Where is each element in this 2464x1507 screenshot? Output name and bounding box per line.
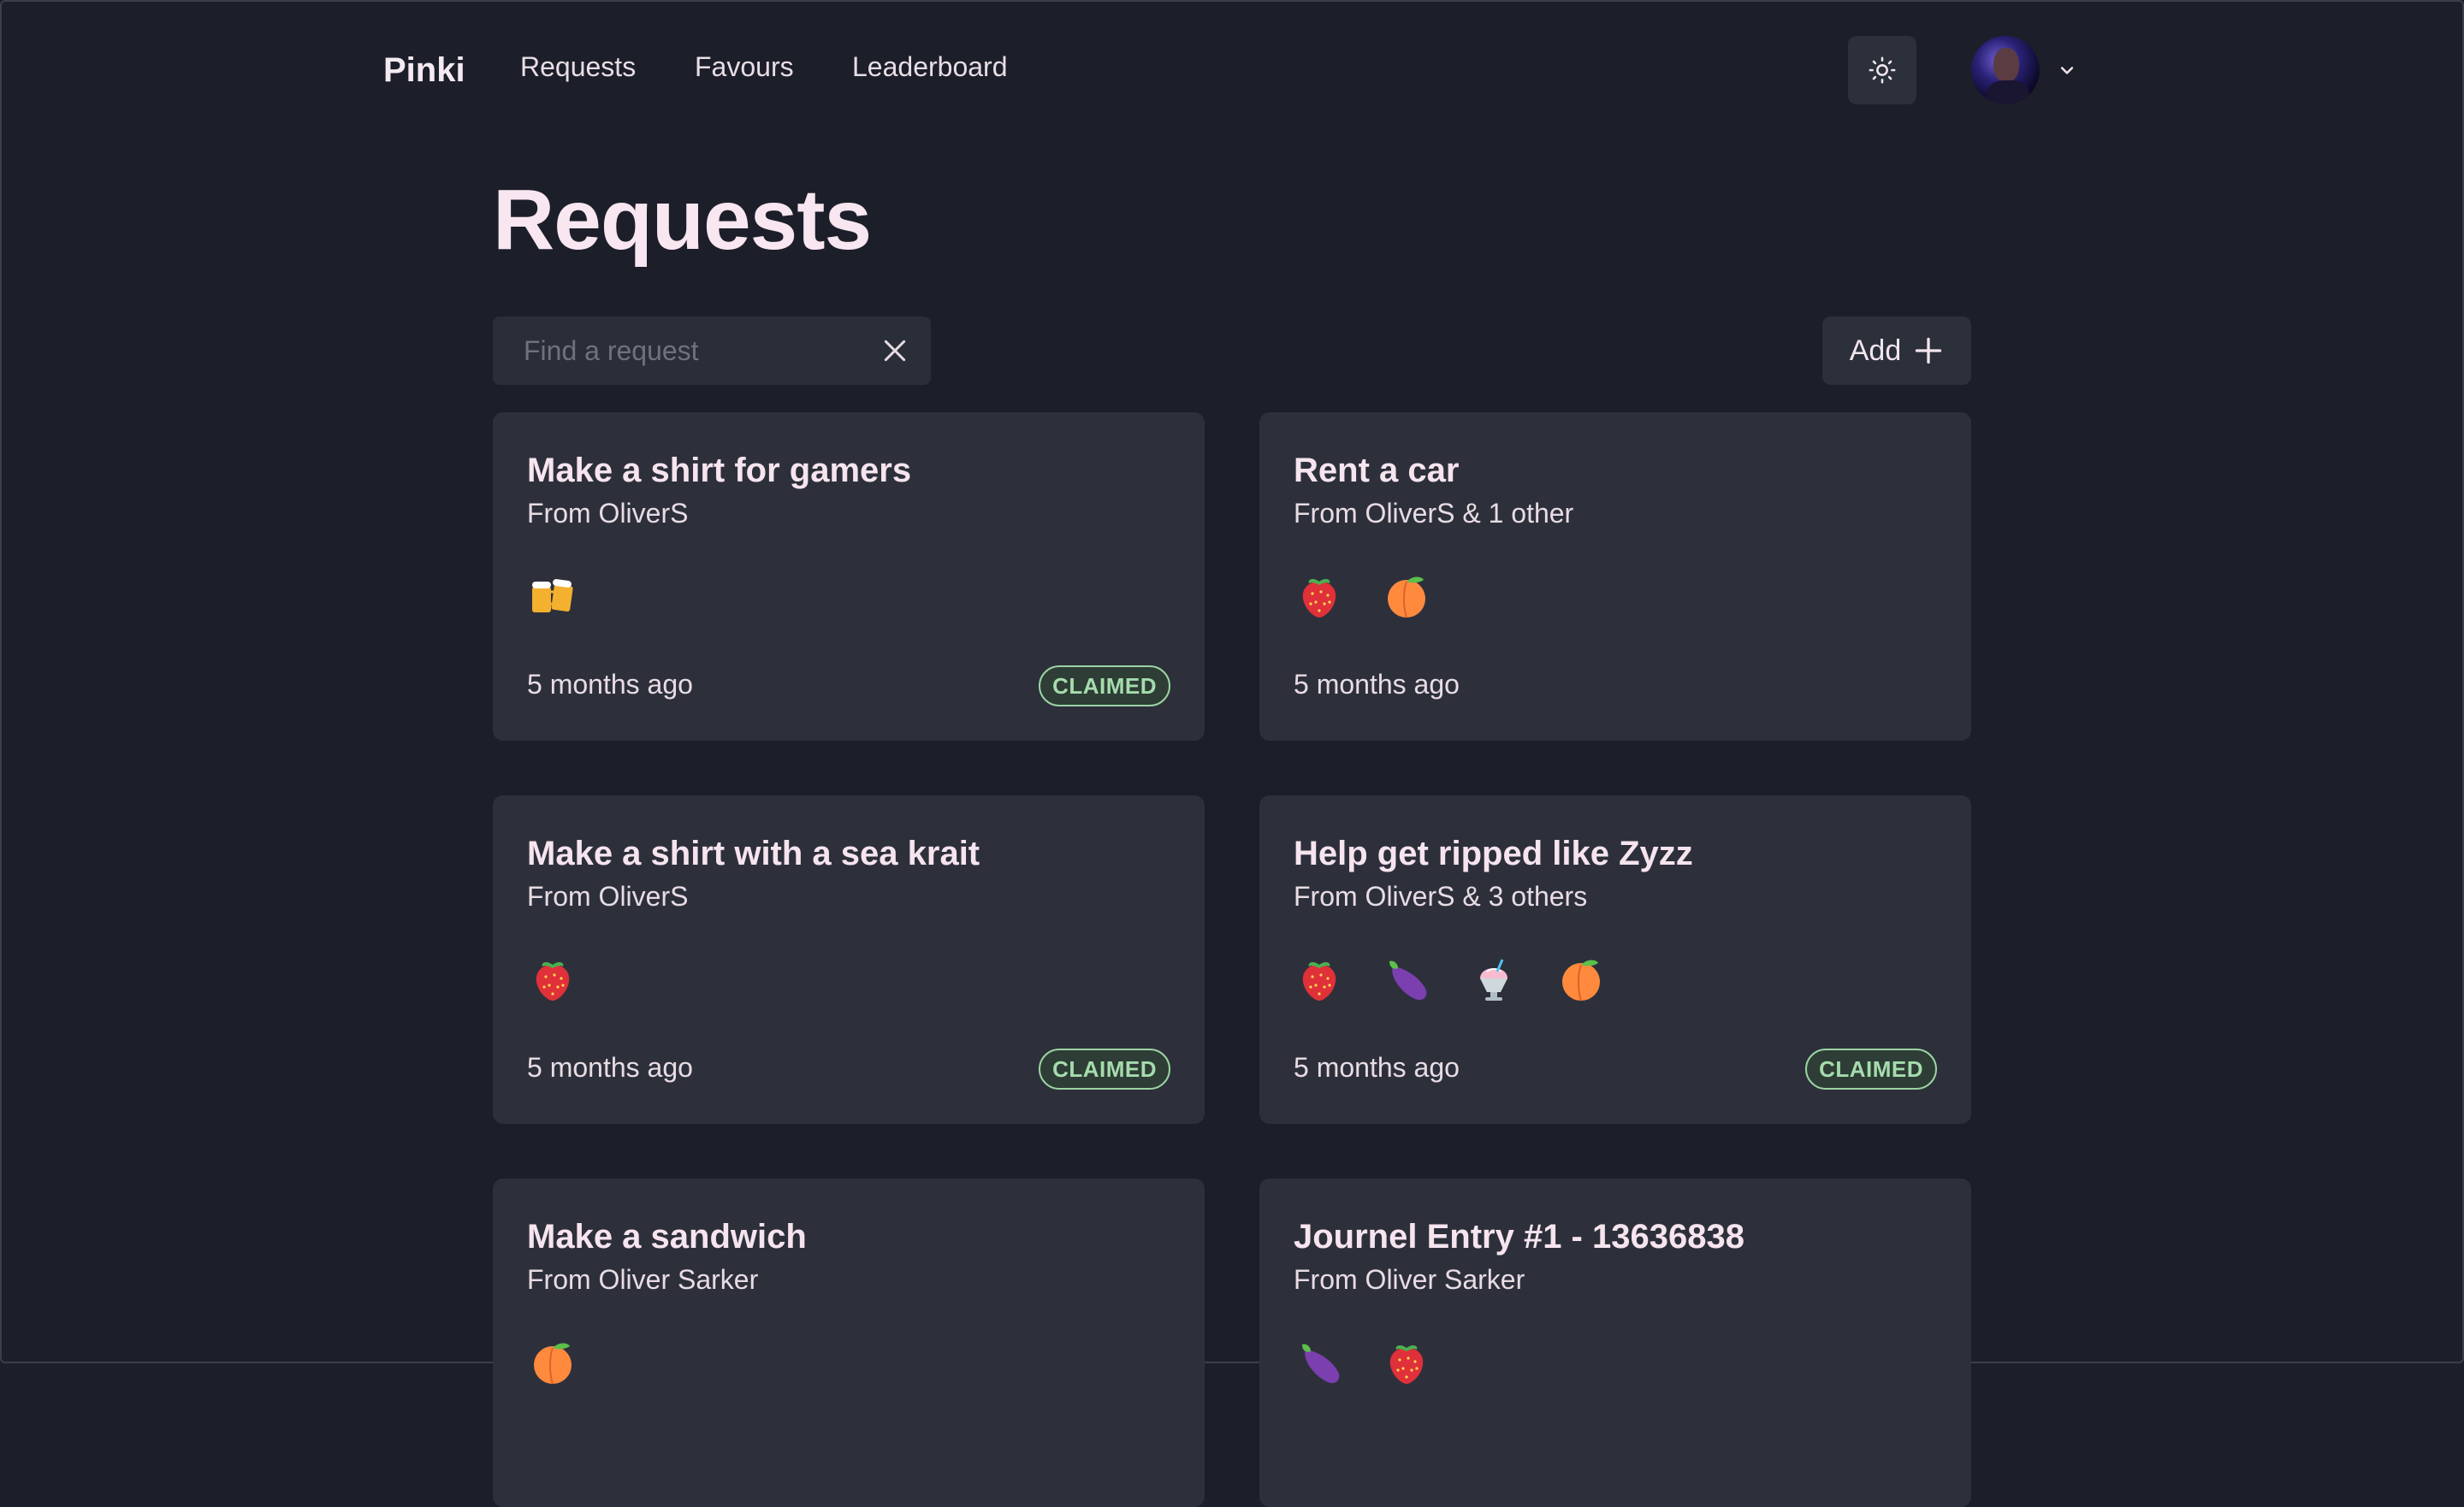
card-title: Make a shirt for gamers (527, 452, 912, 489)
card-timestamp: 5 months ago (527, 1052, 693, 1083)
top-navbar: Pinki Requests Favours Leaderboard (383, 34, 2077, 104)
search-box (493, 316, 931, 385)
plus-icon (1916, 337, 1942, 364)
card-from: From Oliver Sarker (1294, 1264, 1525, 1295)
card-favour-list (1294, 1336, 1432, 1387)
request-card[interactable]: Journel Entry #1 - 13636838 From Oliver … (1259, 1179, 1971, 1507)
user-avatar[interactable] (1971, 36, 2040, 104)
add-request-button[interactable]: Add (1822, 316, 1971, 385)
theme-toggle-button[interactable] (1848, 36, 1916, 104)
nav-link-favours[interactable]: Favours (695, 51, 794, 83)
card-title: Rent a car (1294, 452, 1460, 489)
peach-icon (1555, 953, 1607, 1004)
request-card[interactable]: Make a sandwich From Oliver Sarker (493, 1179, 1205, 1507)
card-from: From OliverS & 3 others (1294, 881, 1588, 912)
strawberry-icon (1294, 953, 1345, 1004)
peach-icon (1381, 570, 1432, 621)
request-card[interactable]: Help get ripped like Zyzz From OliverS &… (1259, 795, 1971, 1124)
card-title: Help get ripped like Zyzz (1294, 835, 1693, 872)
card-from: From OliverS (527, 498, 689, 529)
strawberry-icon (1294, 570, 1345, 621)
eggplant-icon (1294, 1336, 1345, 1387)
nav-link-leaderboard[interactable]: Leaderboard (852, 51, 1007, 83)
card-from: From OliverS (527, 881, 689, 912)
peach-icon (527, 1336, 578, 1387)
sun-icon (1869, 56, 1896, 84)
request-card[interactable]: Make a shirt for gamers From OliverS 5 m… (493, 412, 1205, 741)
card-timestamp: 5 months ago (527, 669, 693, 700)
card-from: From OliverS & 1 other (1294, 498, 1574, 529)
eggplant-icon (1381, 953, 1432, 1004)
card-title: Journel Entry #1 - 13636838 (1294, 1218, 1744, 1256)
status-badge: CLAIMED (1805, 1049, 1937, 1090)
card-from: From Oliver Sarker (527, 1264, 759, 1295)
card-favour-list (1294, 953, 1607, 1004)
brand-logo[interactable]: Pinki (383, 51, 465, 90)
status-badge: CLAIMED (1039, 665, 1170, 706)
card-favour-list (527, 570, 578, 621)
chevron-down-icon[interactable] (2058, 62, 2076, 79)
search-input[interactable] (493, 316, 869, 385)
beer-mugs-icon (527, 570, 578, 621)
request-card[interactable]: Make a shirt with a sea krait From Olive… (493, 795, 1205, 1124)
card-title: Make a sandwich (527, 1218, 807, 1256)
card-favour-list (527, 1336, 578, 1387)
request-card[interactable]: Rent a car From OliverS & 1 other 5 mont… (1259, 412, 1971, 741)
page-title: Requests (493, 172, 872, 268)
card-title: Make a shirt with a sea krait (527, 835, 980, 872)
card-timestamp: 5 months ago (1294, 1052, 1460, 1083)
strawberry-icon (527, 953, 578, 1004)
close-icon[interactable] (881, 337, 909, 364)
status-badge: CLAIMED (1039, 1049, 1170, 1090)
card-favour-list (527, 953, 578, 1004)
card-favour-list (1294, 570, 1432, 621)
shaved-ice-icon (1468, 953, 1519, 1004)
card-timestamp: 5 months ago (1294, 669, 1460, 700)
strawberry-icon (1381, 1336, 1432, 1387)
add-button-label: Add (1849, 334, 1902, 367)
nav-link-requests[interactable]: Requests (520, 51, 636, 83)
app-window (0, 0, 2464, 1363)
